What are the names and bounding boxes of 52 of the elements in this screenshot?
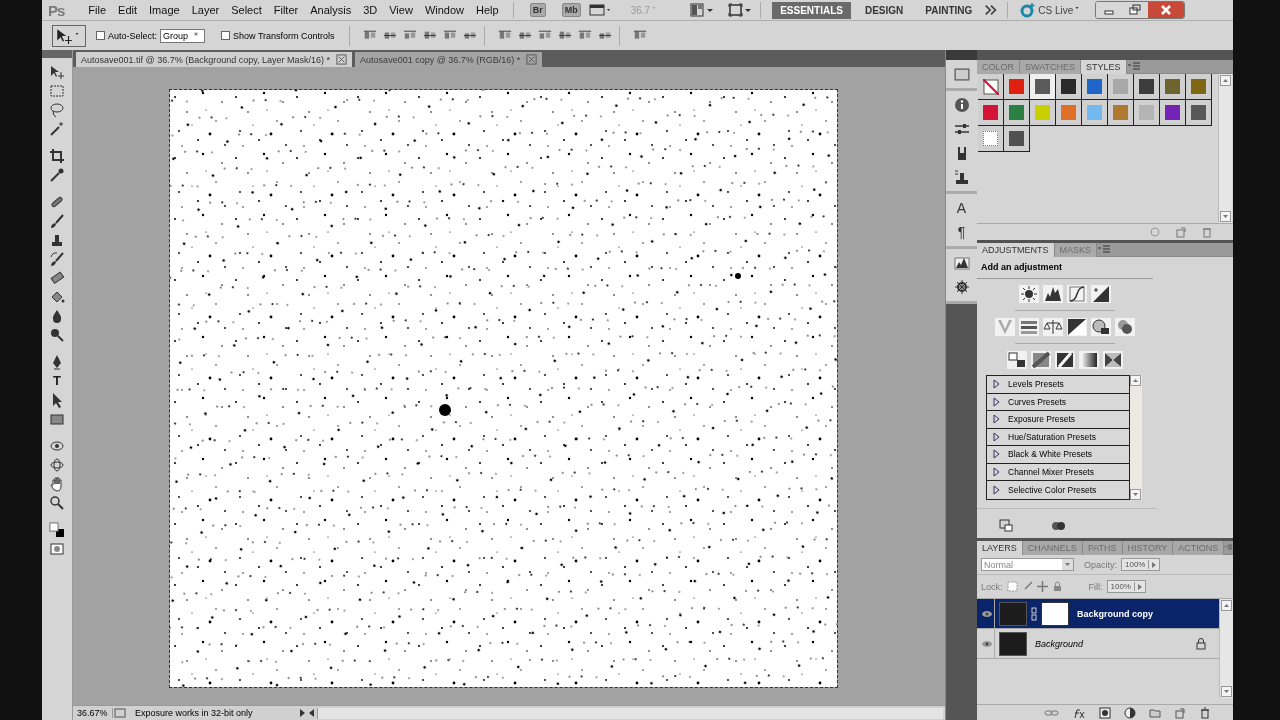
workspace-button[interactable]: PAINTING: [917, 1, 981, 19]
preset-label: Channel Mixer Presets: [1008, 466, 1094, 477]
layer-name: Background copy: [1077, 608, 1154, 619]
preset-label: Exposure Presets: [1008, 414, 1076, 425]
checkbox-label: Show Transform Controls: [233, 30, 335, 41]
menu-item[interactable]: View: [383, 2, 419, 18]
preset-label: Curves Presets: [1008, 396, 1067, 407]
app-logo: Ps: [48, 1, 65, 19]
layer-row[interactable]: Background: [977, 629, 1219, 659]
preset-label: Hue/Saturation Presets: [1008, 431, 1096, 442]
mini-bridge-button[interactable]: Mb: [561, 3, 581, 17]
workspace-button[interactable]: ESSENTIALS: [772, 1, 851, 19]
preset-label: Levels Presets: [1008, 379, 1064, 390]
preset-group[interactable]: Black & White Presets: [987, 446, 1129, 464]
status-message: Exposure works in 32-bit only: [134, 708, 254, 718]
menu-item[interactable]: File: [82, 2, 113, 18]
menu-item[interactable]: Filter: [267, 2, 305, 18]
document-tab[interactable]: Autosave001.tif @ 36.7% (Background copy, Layer Mask/16) *: [76, 52, 353, 67]
document-tab[interactable]: Autosave001 copy @ 36.7% (RGB/16) *: [355, 52, 543, 67]
lock-label: Lock:: [981, 581, 1003, 592]
menu-item[interactable]: Edit: [112, 2, 144, 18]
panel-heading: Add an adjustment: [977, 257, 1153, 279]
checkbox-label: Auto-Select:: [108, 30, 158, 41]
type-tool[interactable]: T: [53, 373, 61, 389]
menu-item[interactable]: Window: [418, 2, 470, 18]
layer-name: Background: [1035, 638, 1085, 649]
panel-tab[interactable]: LAYERS: [977, 541, 1023, 555]
menu-item[interactable]: Help: [470, 2, 505, 18]
fill-field[interactable]: 100%: [1106, 580, 1146, 593]
menu-item[interactable]: Select: [225, 2, 268, 18]
fill-label: Fill:: [1088, 581, 1103, 592]
zoom-field[interactable]: 36.67%: [73, 708, 113, 718]
preset-group[interactable]: Levels Presets: [987, 376, 1129, 394]
menu-item[interactable]: 3D: [357, 2, 384, 18]
opacity-label: Opacity:: [1084, 559, 1117, 570]
preset-group[interactable]: Exposure Presets: [987, 411, 1129, 429]
auto-select-dropdown[interactable]: Group: [160, 28, 206, 43]
blend-mode-dropdown[interactable]: Normal: [981, 558, 1074, 571]
character-panel-button[interactable]: A: [956, 200, 967, 216]
menu-item[interactable]: Analysis: [304, 2, 358, 18]
panel-tab[interactable]: ADJUSTMENTS: [977, 243, 1055, 257]
preset-label: Selective Color Presets: [1008, 484, 1097, 495]
menu-item[interactable]: Image: [143, 2, 186, 18]
cs-live-button[interactable]: CS Live: [1038, 4, 1074, 16]
bridge-button[interactable]: Br: [529, 3, 546, 17]
paragraph-panel-button[interactable]: ¶: [957, 224, 966, 240]
menu-item[interactable]: Layer: [185, 2, 226, 18]
workspace-button[interactable]: DESIGN: [856, 1, 912, 19]
layer-row[interactable]: Background copy: [977, 599, 1219, 629]
opacity-field[interactable]: 100%: [1121, 558, 1161, 571]
panel-tab[interactable]: STYLES: [1081, 60, 1127, 74]
preset-label: Black & White Presets: [1008, 449, 1093, 460]
